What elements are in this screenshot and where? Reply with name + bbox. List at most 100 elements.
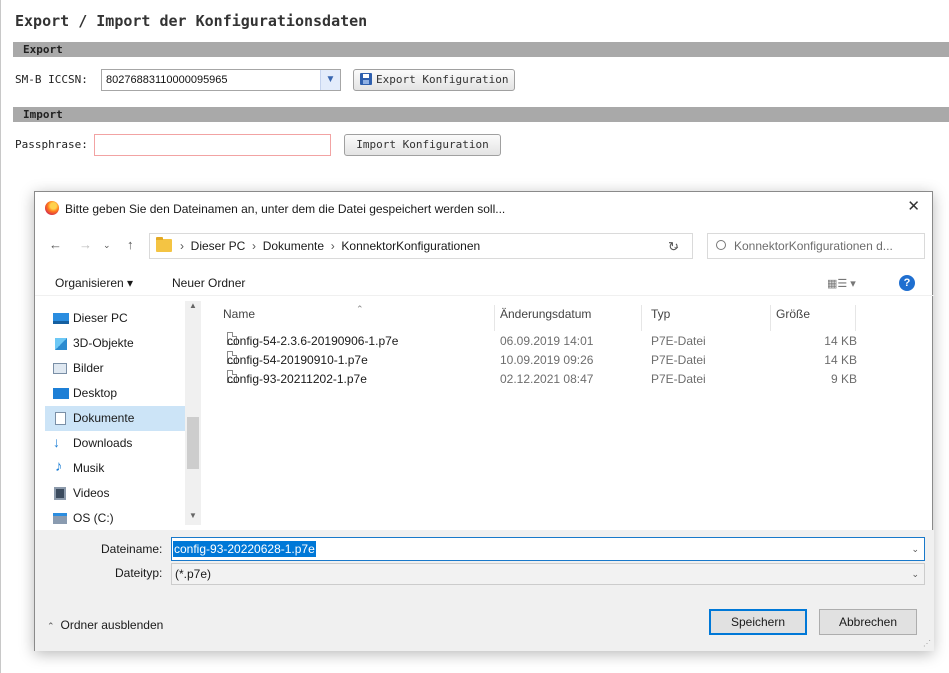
organize-button[interactable]: Organisieren ▾: [55, 276, 133, 290]
file-name-text: config-54-20190910-1.p7e: [227, 353, 368, 367]
export-section-header: Export: [13, 42, 949, 57]
breadcrumb-konnektor[interactable]: KonnektorKonfigurationen: [341, 239, 480, 253]
passphrase-label: Passphrase:: [15, 138, 88, 151]
folder-icon: [156, 237, 172, 252]
column-header-size[interactable]: Größe: [776, 307, 810, 325]
breadcrumb-this-pc[interactable]: Dieser PC: [191, 239, 246, 253]
sidebar-item-label: Musik: [73, 461, 105, 475]
file-size: 14 KB: [824, 353, 857, 367]
breadcrumb-documents[interactable]: Dokumente: [263, 239, 324, 253]
hide-folders-toggle[interactable]: ⌃ Ordner ausblenden: [47, 618, 163, 632]
search-placeholder: KonnektorKonfigurationen d...: [734, 239, 893, 253]
file-size: 14 KB: [824, 334, 857, 348]
file-type: P7E-Datei: [651, 353, 706, 367]
back-arrow-icon[interactable]: ←: [49, 237, 62, 252]
new-folder-button[interactable]: Neuer Ordner: [172, 276, 245, 290]
address-bar[interactable]: › Dieser PC › Dokumente › KonnektorKonfi…: [149, 233, 693, 259]
column-header-date[interactable]: Änderungsdatum: [500, 307, 591, 325]
column-header-type[interactable]: Typ: [651, 307, 670, 325]
sidebar-item-downloads[interactable]: ↓ Downloads: [45, 431, 190, 456]
import-section-header: Import: [13, 107, 949, 122]
sidebar-item-music[interactable]: ♪ Musik: [45, 456, 190, 481]
desktop-icon: [53, 388, 69, 399]
sidebar-item-label: Dieser PC: [73, 311, 128, 325]
column-divider[interactable]: [494, 305, 495, 331]
scroll-thumb[interactable]: [187, 417, 199, 469]
sidebar-item-drive-c[interactable]: OS (C:): [45, 506, 190, 525]
file-row[interactable]: config-54-20190910-1.p7e 10.09.2019 09:2…: [215, 351, 930, 370]
sidebar-item-videos[interactable]: Videos: [45, 481, 190, 506]
file-type: P7E-Datei: [651, 334, 706, 348]
sidebar-item-label: Desktop: [73, 386, 118, 400]
iccsn-label: SM-B ICCSN:: [15, 73, 88, 86]
breadcrumb-separator-icon: ›: [245, 239, 263, 253]
file-date: 10.09.2019 09:26: [500, 353, 594, 367]
cancel-button[interactable]: Abbrechen: [819, 609, 917, 635]
view-options-icon[interactable]: ▦☰ ▾: [827, 277, 856, 290]
breadcrumb-separator-icon: ›: [324, 239, 342, 253]
column-header-name[interactable]: Name ⌃: [223, 304, 364, 325]
resize-grip-icon[interactable]: ⋰: [923, 639, 931, 648]
sidebar-item-label: Dokumente: [73, 411, 135, 425]
floppy-disk-icon: [360, 73, 372, 85]
forward-arrow-icon[interactable]: →: [79, 237, 92, 252]
sidebar-item-3d-objects[interactable]: 3D-Objekte: [45, 331, 190, 356]
filename-input[interactable]: config-93-20220628-1.p7e ⌄: [171, 537, 925, 561]
column-divider[interactable]: [855, 305, 856, 331]
sidebar-item-label: OS (C:): [73, 511, 114, 525]
chevron-down-icon[interactable]: ⌄: [911, 564, 919, 584]
sidebar-item-documents[interactable]: Dokumente: [45, 406, 190, 431]
close-icon[interactable]: ✕: [907, 197, 920, 215]
sidebar-item-pictures[interactable]: Bilder: [45, 356, 190, 381]
hide-folders-label: Ordner ausblenden: [60, 618, 164, 632]
documents-icon: [55, 412, 66, 425]
sidebar-item-label: Videos: [73, 486, 110, 500]
search-input[interactable]: KonnektorKonfigurationen d...: [707, 233, 925, 259]
search-icon: [716, 240, 726, 250]
file-row[interactable]: config-93-20211202-1.p7e 02.12.2021 08:4…: [215, 370, 930, 389]
nav-pane-scrollbar[interactable]: ▲ ▼: [185, 301, 201, 525]
chevron-down-icon[interactable]: ⌄: [911, 538, 919, 560]
filename-value: config-93-20220628-1.p7e: [173, 541, 316, 557]
export-config-button[interactable]: Export Konfiguration: [353, 69, 516, 91]
iccsn-value: 80276883110000095965: [106, 74, 228, 86]
download-icon: ↓: [53, 434, 60, 450]
up-arrow-icon[interactable]: ↑: [127, 237, 134, 252]
file-date: 06.09.2019 14:01: [500, 334, 594, 348]
iccsn-select[interactable]: 80276883110000095965 ▼: [101, 69, 341, 91]
cube-icon: [55, 338, 67, 350]
music-icon: ♪: [55, 458, 63, 475]
chevron-down-icon[interactable]: ▼: [320, 70, 340, 90]
filetype-select[interactable]: (*.p7e) ⌄: [171, 563, 925, 585]
help-icon[interactable]: ?: [899, 275, 915, 291]
file-name-text: config-93-20211202-1.p7e: [227, 372, 367, 386]
sidebar-item-desktop[interactable]: Desktop: [45, 381, 190, 406]
dialog-bottom-panel: Dateiname: config-93-20220628-1.p7e ⌄ Da…: [35, 530, 934, 651]
file-type: P7E-Datei: [651, 372, 706, 386]
dialog-title: Bitte geben Sie den Dateinamen an, unter…: [65, 202, 506, 216]
pictures-icon: [53, 363, 67, 374]
scroll-down-icon[interactable]: ▼: [189, 511, 197, 520]
file-name-text: config-54-2.3.6-20190906-1.p7e: [227, 334, 399, 348]
save-button[interactable]: Speichern: [709, 609, 807, 635]
filename-label: Dateiname:: [101, 542, 163, 556]
filetype-value: (*.p7e): [175, 567, 212, 581]
sidebar-item-label: Bilder: [73, 361, 104, 375]
sidebar-item-label: 3D-Objekte: [73, 336, 134, 350]
sort-ascending-icon: ⌃: [356, 304, 364, 314]
refresh-icon[interactable]: ↻: [668, 239, 679, 255]
sidebar-item-label: Downloads: [73, 436, 133, 450]
file-list: Name ⌃ Änderungsdatum Typ Größe config-54…: [215, 301, 930, 525]
column-divider[interactable]: [770, 305, 771, 331]
scroll-up-icon[interactable]: ▲: [189, 301, 197, 310]
navigation-bar: ← → ⌄ ↑ › Dieser PC › Dokumente › Konnek…: [35, 228, 934, 264]
column-divider[interactable]: [641, 305, 642, 331]
recent-locations-chevron-icon[interactable]: ⌄: [103, 240, 111, 251]
video-icon: [54, 487, 66, 500]
sidebar-item-this-pc[interactable]: Dieser PC: [45, 306, 190, 331]
import-config-button[interactable]: Import Konfiguration: [344, 134, 501, 156]
passphrase-input[interactable]: [94, 134, 331, 156]
save-file-dialog: Bitte geben Sie den Dateinamen an, unter…: [34, 191, 934, 651]
column-label: Name: [223, 307, 256, 321]
file-row[interactable]: config-54-2.3.6-20190906-1.p7e 06.09.201…: [215, 332, 930, 351]
